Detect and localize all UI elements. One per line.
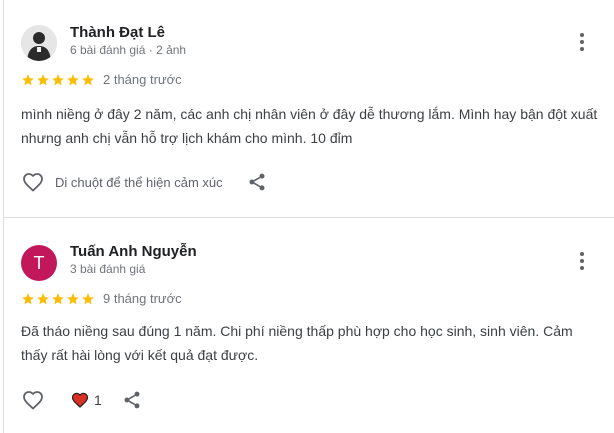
reviewer-name[interactable]: Tuấn Anh Nguyễn: [70, 243, 197, 260]
review-actions: Di chuột để thể hiện cảm xúc: [21, 170, 267, 194]
review-text: Đã tháo niềng sau đúng 1 năm. Chi phí ni…: [21, 323, 573, 363]
share-icon: [124, 391, 140, 409]
review-text: mình niềng ở đây 2 năm, các anh chị nhân…: [21, 106, 598, 146]
rating-row: 9 tháng trước: [21, 291, 182, 306]
rating-row: 2 tháng trước: [21, 72, 182, 87]
review-card: T Tuấn Anh Nguyễn 3 bài đánh giá 9 tháng…: [0, 218, 614, 433]
star-icon: [82, 292, 94, 304]
more-options-button[interactable]: [572, 249, 592, 273]
review-actions: 1: [21, 388, 142, 412]
star-icon: [52, 73, 64, 85]
share-button[interactable]: [247, 172, 267, 192]
review-time: 2 tháng trước: [103, 72, 182, 87]
reaction-prompt: Di chuột để thể hiện cảm xúc: [55, 174, 223, 190]
more-options-button[interactable]: [572, 30, 592, 54]
star-icon: [22, 292, 34, 304]
heart-outline-icon: [23, 391, 43, 410]
more-vert-icon: [580, 33, 584, 37]
like-button[interactable]: [21, 388, 45, 412]
review-time: 9 tháng trước: [103, 291, 182, 306]
reviewer-meta: 6 bài đánh giá · 2 ảnh: [70, 43, 187, 57]
like-button[interactable]: [21, 170, 45, 194]
like-count: 1: [94, 392, 102, 408]
reviewer-meta: 3 bài đánh giá: [70, 262, 146, 276]
reviewer-name[interactable]: Thành Đạt Lê: [70, 24, 165, 41]
share-button[interactable]: [122, 390, 142, 410]
star-icon: [52, 292, 64, 304]
star-icon: [67, 292, 79, 304]
star-icon: [37, 73, 49, 85]
star-icon: [67, 73, 79, 85]
like-count-badge[interactable]: 1: [70, 390, 102, 410]
review-card: Thành Đạt Lê 6 bài đánh giá · 2 ảnh 2 th…: [0, 0, 614, 217]
star-icon: [22, 73, 34, 85]
star-icon: [82, 73, 94, 85]
heart-outline-icon: [23, 173, 43, 192]
star-rating: [21, 73, 95, 87]
avatar[interactable]: [21, 25, 57, 61]
star-rating: [21, 292, 95, 306]
star-icon: [37, 292, 49, 304]
avatar[interactable]: T: [21, 245, 57, 281]
heart-filled-icon: [71, 392, 89, 408]
share-icon: [249, 173, 265, 191]
more-vert-icon: [580, 252, 584, 256]
